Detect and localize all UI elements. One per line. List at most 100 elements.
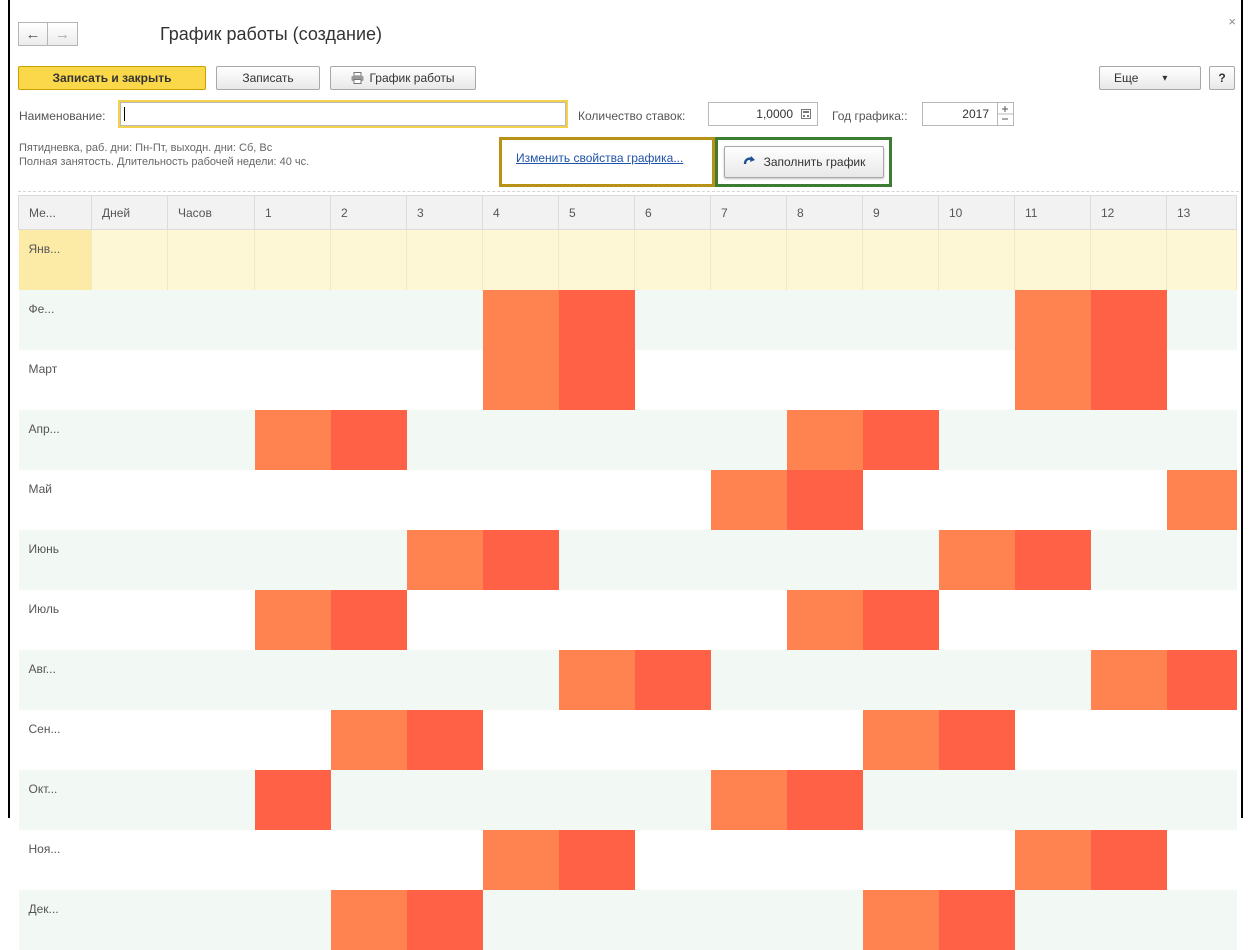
day-cell[interactable] [1090,530,1167,590]
day-cell[interactable] [558,530,635,590]
day-cell[interactable] [254,830,331,890]
days-cell[interactable] [91,650,168,710]
day-cell[interactable] [558,890,635,950]
day-cell-weekend[interactable] [938,890,1015,950]
day-cell[interactable] [710,890,787,950]
day-cell-weekend[interactable] [330,890,407,950]
name-input[interactable] [118,100,568,128]
day-cell[interactable] [406,830,483,890]
back-button[interactable]: ← [18,22,48,46]
day-cell[interactable] [786,650,863,710]
day-cell[interactable] [862,650,939,710]
day-cell[interactable] [254,470,331,530]
days-cell[interactable] [91,290,168,350]
save-and-close-button[interactable]: Записать и закрыть [18,66,206,90]
month-cell[interactable]: Дек... [18,890,92,950]
day-cell-weekend[interactable] [558,830,635,890]
days-cell[interactable] [91,590,168,650]
day-cell[interactable] [406,290,483,350]
day-cell-weekend[interactable] [1166,470,1237,530]
table-row[interactable]: Дек... [18,890,1237,950]
day-cell[interactable] [786,530,863,590]
day-cell[interactable] [862,770,939,830]
day-cell[interactable] [1166,350,1237,410]
day-cell-weekend[interactable] [862,710,939,770]
day-cell[interactable] [1014,229,1091,290]
day-cell-weekend[interactable] [254,590,331,650]
day-cell[interactable] [862,470,939,530]
day-cell[interactable] [862,290,939,350]
hours-cell[interactable] [167,890,255,950]
day-cell[interactable] [938,410,1015,470]
day-cell[interactable] [254,710,331,770]
day-cell[interactable] [938,229,1015,290]
year-input[interactable]: 2017 [922,102,1014,126]
day-cell[interactable] [330,650,407,710]
month-cell[interactable]: Сен... [18,710,92,770]
day-cell[interactable] [1166,890,1237,950]
day-cell-weekend[interactable] [862,890,939,950]
day-cell[interactable] [558,590,635,650]
day-cell-weekend[interactable] [1014,290,1091,350]
day-cell-weekend[interactable] [1090,830,1167,890]
hours-cell[interactable] [167,530,255,590]
year-spinner-icon[interactable] [997,103,1013,125]
table-row[interactable]: Май [18,470,1237,530]
day-cell[interactable] [482,470,559,530]
day-cell-weekend[interactable] [1166,650,1237,710]
fill-schedule-button[interactable]: Заполнить график [724,146,884,178]
day-cell[interactable] [482,650,559,710]
day-cell[interactable] [330,830,407,890]
day-cell-weekend[interactable] [558,290,635,350]
month-cell[interactable]: Окт... [18,770,92,830]
day-cell[interactable] [254,650,331,710]
day-cell[interactable] [634,350,711,410]
day-cell[interactable] [1014,650,1091,710]
day-cell[interactable] [938,650,1015,710]
day-cell[interactable] [330,470,407,530]
day-cell[interactable] [254,530,331,590]
more-menu-button[interactable]: Еще ▾ [1099,66,1201,90]
month-cell[interactable]: Март [18,350,92,410]
day-cell-weekend[interactable] [786,410,863,470]
days-cell[interactable] [91,530,168,590]
day-cell-weekend[interactable] [786,770,863,830]
day-cell[interactable] [406,770,483,830]
day-cell-weekend[interactable] [786,470,863,530]
hours-cell[interactable] [167,590,255,650]
day-cell-weekend[interactable] [406,890,483,950]
help-button[interactable]: ? [1209,66,1235,90]
day-cell[interactable] [558,470,635,530]
column-header-hours[interactable]: Часов [167,195,255,230]
day-cell[interactable] [710,290,787,350]
hours-cell[interactable] [167,350,255,410]
day-cell[interactable] [1166,229,1237,290]
column-header-day[interactable]: 13 [1166,195,1237,230]
day-cell[interactable] [634,410,711,470]
column-header-day[interactable]: 1 [254,195,331,230]
day-cell-weekend[interactable] [938,710,1015,770]
day-cell[interactable] [406,590,483,650]
calculator-icon[interactable] [801,109,811,119]
day-cell[interactable] [558,770,635,830]
days-cell[interactable] [91,830,168,890]
day-cell[interactable] [254,290,331,350]
day-cell[interactable] [330,770,407,830]
day-cell[interactable] [1166,710,1237,770]
day-cell[interactable] [786,350,863,410]
day-cell[interactable] [558,410,635,470]
day-cell[interactable] [634,470,711,530]
print-schedule-button[interactable]: График работы [330,66,476,90]
day-cell[interactable] [1166,410,1237,470]
day-cell[interactable] [254,350,331,410]
days-cell[interactable] [91,470,168,530]
day-cell[interactable] [634,890,711,950]
day-cell-weekend[interactable] [254,410,331,470]
days-cell[interactable] [91,410,168,470]
day-cell-weekend[interactable] [482,350,559,410]
day-cell-weekend[interactable] [330,590,407,650]
hours-cell[interactable] [167,410,255,470]
hours-cell[interactable] [167,290,255,350]
hours-cell[interactable] [167,229,255,290]
day-cell-weekend[interactable] [330,410,407,470]
